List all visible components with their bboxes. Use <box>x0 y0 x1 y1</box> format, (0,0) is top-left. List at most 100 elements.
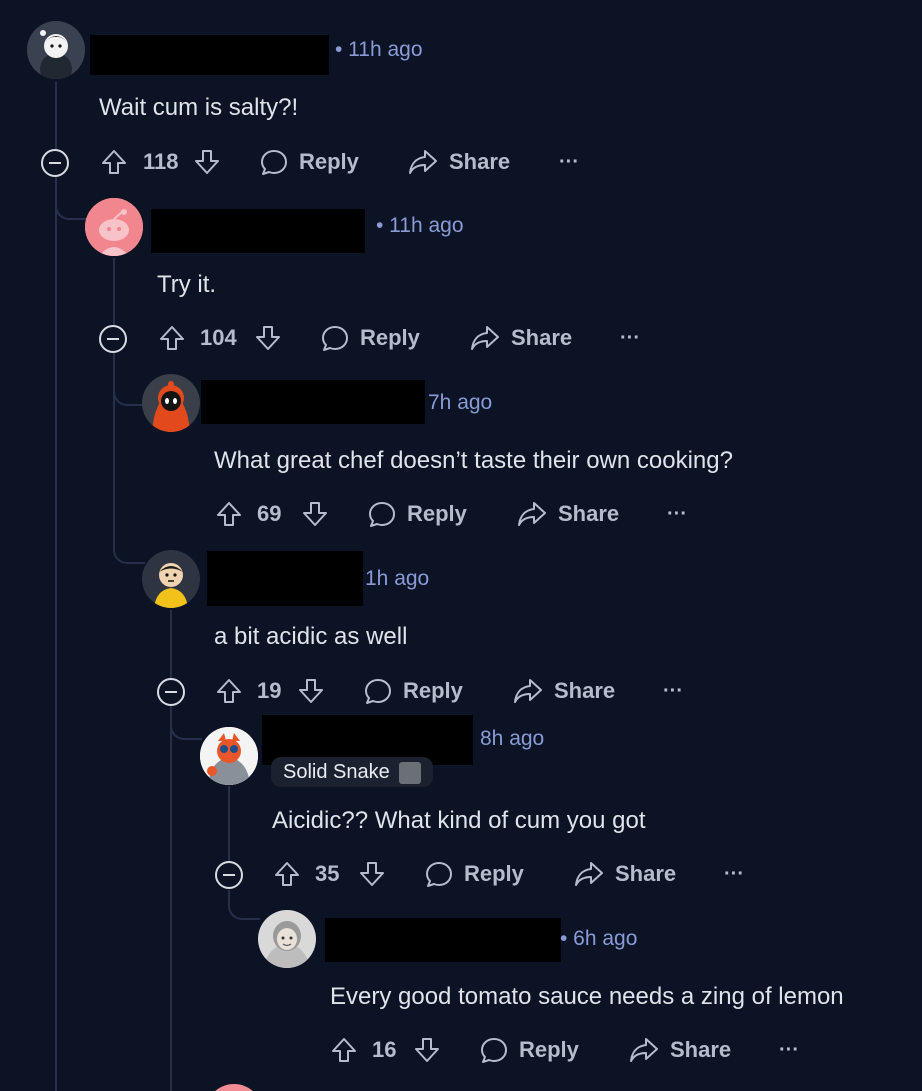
comment-actions: 104 Reply Share ··· <box>157 318 657 358</box>
upvote-icon <box>217 679 241 703</box>
comment-actions: 118 Reply Share ··· <box>99 142 599 182</box>
share-button[interactable]: Share <box>573 854 676 894</box>
downvote-icon <box>299 679 323 703</box>
share-arrow-icon <box>630 1038 658 1062</box>
share-button[interactable]: Share <box>628 1030 731 1070</box>
reply-button[interactable]: Reply <box>424 854 524 894</box>
upvote-button[interactable] <box>99 142 129 182</box>
avatar-partial[interactable] <box>205 1084 263 1091</box>
avatar[interactable] <box>142 550 200 608</box>
reply-label: Reply <box>519 1037 579 1062</box>
share-button[interactable]: Share <box>516 494 619 534</box>
upvote-button[interactable] <box>272 854 302 894</box>
username-redacted <box>151 209 365 253</box>
username-redacted <box>201 380 425 424</box>
more-icon[interactable]: ··· <box>663 671 683 711</box>
username-redacted <box>207 551 363 606</box>
avatar[interactable] <box>85 198 143 256</box>
comment-timestamp[interactable]: 1h ago <box>365 567 429 591</box>
upvote-button[interactable] <box>214 671 244 711</box>
downvote-icon <box>256 326 280 350</box>
more-icon[interactable]: ··· <box>724 854 744 894</box>
thread-branch <box>228 890 260 920</box>
more-icon[interactable]: ··· <box>667 494 687 534</box>
more-icon[interactable]: ··· <box>779 1030 799 1070</box>
comment-timestamp[interactable]: • 6h ago <box>560 927 637 951</box>
comment-body: Wait cum is salty?! <box>99 94 299 121</box>
share-arrow-icon <box>518 502 546 526</box>
comment-timestamp[interactable]: 8h ago <box>480 727 544 751</box>
comment-body: Try it. <box>157 271 217 298</box>
comment-timestamp[interactable]: 7h ago <box>428 391 492 415</box>
upvote-icon <box>332 1038 356 1062</box>
avatar[interactable] <box>27 21 85 79</box>
downvote-button[interactable] <box>296 671 326 711</box>
comment-actions: 35 Reply Share ··· <box>272 854 772 894</box>
username-redacted <box>325 918 561 962</box>
comment-actions: 16 Reply Share ··· <box>329 1030 829 1070</box>
share-button[interactable]: Share <box>407 142 510 182</box>
share-button[interactable]: Share <box>512 671 615 711</box>
downvote-button[interactable] <box>253 318 283 358</box>
share-button[interactable]: Share <box>469 318 572 358</box>
comment-bubble-icon <box>481 1038 507 1063</box>
share-arrow-icon <box>471 326 499 350</box>
comment-bubble-icon <box>426 862 452 887</box>
vote-count: 35 <box>315 861 340 886</box>
comment-body: a bit acidic as well <box>214 623 408 650</box>
more-icon[interactable]: ··· <box>620 318 640 358</box>
thread-line-level-0[interactable] <box>55 82 57 1091</box>
avatar[interactable] <box>258 910 316 968</box>
reply-button[interactable]: Reply <box>367 494 467 534</box>
comment-bubble-icon <box>365 679 391 704</box>
upvote-button[interactable] <box>157 318 187 358</box>
username-redacted <box>90 35 329 75</box>
thread-branch <box>55 190 89 220</box>
upvote-button[interactable] <box>329 1030 359 1070</box>
collapse-icon[interactable] <box>99 325 127 353</box>
vote-count: 104 <box>200 325 237 350</box>
user-flair: Solid Snake <box>271 757 434 787</box>
comment-body: Every good tomato sauce needs a zing of … <box>330 983 844 1010</box>
thread-branch <box>113 376 145 406</box>
collapse-icon[interactable] <box>41 149 69 177</box>
vote-count: 118 <box>143 149 179 174</box>
downvote-button[interactable] <box>300 494 330 534</box>
thread-line-level-1[interactable] <box>113 258 115 548</box>
comment-timestamp[interactable]: • 11h ago <box>376 214 464 238</box>
comment-bubble-icon <box>322 326 348 351</box>
downvote-button[interactable] <box>412 1030 442 1070</box>
downvote-icon <box>195 150 219 174</box>
comment-body: Aicidic?? What kind of cum you got <box>272 807 646 834</box>
share-label: Share <box>511 325 573 350</box>
downvote-icon <box>360 862 384 886</box>
share-arrow-icon <box>575 862 603 886</box>
share-label: Share <box>670 1037 732 1062</box>
more-icon[interactable]: ··· <box>559 142 579 182</box>
comment-timestamp[interactable]: • 11h ago <box>335 38 423 62</box>
vote-count: 16 <box>372 1037 397 1062</box>
avatar[interactable] <box>142 374 200 432</box>
collapse-icon[interactable] <box>215 861 243 889</box>
reply-button[interactable]: Reply <box>479 1030 579 1070</box>
reply-button[interactable]: Reply <box>320 318 420 358</box>
downvote-icon <box>303 502 327 526</box>
reply-label: Reply <box>360 325 420 350</box>
avatar[interactable] <box>200 727 258 785</box>
share-label: Share <box>449 149 511 174</box>
collapse-icon[interactable] <box>157 678 185 706</box>
upvote-button[interactable] <box>214 494 244 534</box>
upvote-icon <box>102 150 126 174</box>
flair-emoji-icon <box>399 761 422 784</box>
downvote-button[interactable] <box>192 142 222 182</box>
thread-branch <box>113 534 145 564</box>
flair-text: Solid Snake <box>283 761 390 783</box>
downvote-button[interactable] <box>357 854 387 894</box>
share-label: Share <box>615 861 677 886</box>
reply-button[interactable]: Reply <box>259 142 359 182</box>
upvote-icon <box>217 502 241 526</box>
comment-bubble-icon <box>369 502 395 527</box>
downvote-icon <box>415 1038 439 1062</box>
share-label: Share <box>554 678 616 703</box>
reply-button[interactable]: Reply <box>363 671 463 711</box>
